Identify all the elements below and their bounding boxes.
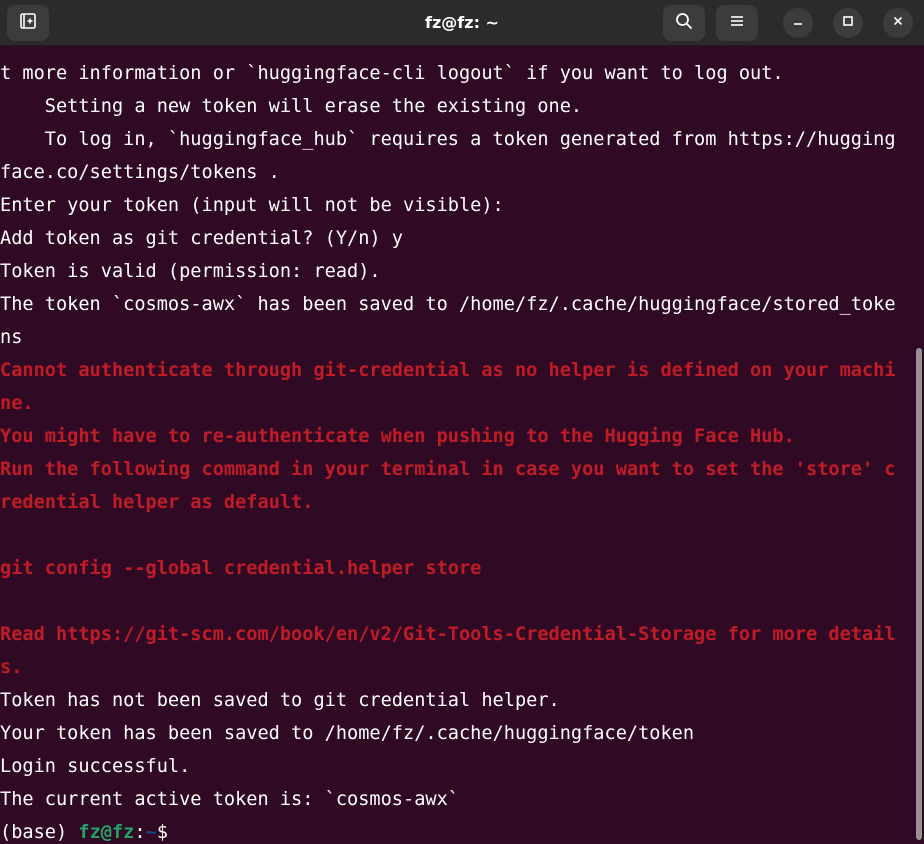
maximize-icon (842, 14, 854, 32)
scrollbar[interactable] (916, 348, 922, 840)
error-line: Cannot authenticate through git-credenti… (0, 360, 896, 381)
output-line: Token has not been saved to git credenti… (0, 690, 560, 711)
title-bar: fz@fz: ~ (0, 0, 924, 46)
output-line: Setting a new token will erase the exist… (0, 96, 583, 117)
prompt-path: ~ (145, 822, 157, 843)
output-line: Add token as git credential? (Y/n) y (0, 228, 403, 249)
close-button[interactable] (883, 8, 913, 38)
error-line: You might have to re-authenticate when p… (0, 426, 795, 447)
output-line: Your token has been saved to /home/fz/.c… (0, 723, 695, 744)
error-line: s. (0, 657, 23, 678)
output-line: t more information or `huggingface-cli l… (0, 63, 784, 84)
output-line: Token is valid (permission: read). (0, 261, 381, 282)
menu-button[interactable] (716, 5, 758, 41)
prompt-separator: : (134, 822, 146, 843)
output-line: face.co/settings/tokens . (0, 162, 280, 183)
output-line: Enter your token (input will not be visi… (0, 195, 504, 216)
new-tab-icon (18, 11, 38, 36)
prompt-env: (base) (0, 822, 79, 843)
new-tab-button[interactable] (7, 5, 49, 41)
maximize-button[interactable] (833, 8, 863, 38)
search-icon (674, 11, 694, 36)
error-line: ne. (0, 393, 34, 414)
prompt-line[interactable]: (base) fz@fz:~$ (0, 816, 912, 844)
minimize-button[interactable] (783, 8, 813, 38)
output-line: The token `cosmos-awx` has been saved to… (0, 294, 896, 315)
close-icon (892, 14, 904, 32)
terminal-output[interactable]: t more information or `huggingface-cli l… (0, 57, 912, 844)
output-line: ns (0, 327, 23, 348)
search-button[interactable] (663, 5, 705, 41)
error-line: Run the following command in your termin… (0, 459, 896, 480)
error-command-line: git config --global credential.helper st… (0, 558, 482, 579)
error-line: redential helper as default. (0, 492, 314, 513)
prompt-user: fz@fz (78, 822, 135, 843)
output-line: The current active token is: `cosmos-awx… (0, 789, 459, 810)
terminal-window: fz@fz: ~ t more information or `huggingf… (0, 0, 924, 844)
minimize-icon (792, 14, 804, 32)
output-line: To log in, `huggingface_hub` requires a … (0, 129, 896, 150)
prompt-symbol: $ (156, 822, 168, 843)
error-line: Read https://git-scm.com/book/en/v2/Git-… (0, 624, 896, 645)
output-line: Login successful. (0, 756, 191, 777)
hamburger-menu-icon (728, 12, 746, 35)
